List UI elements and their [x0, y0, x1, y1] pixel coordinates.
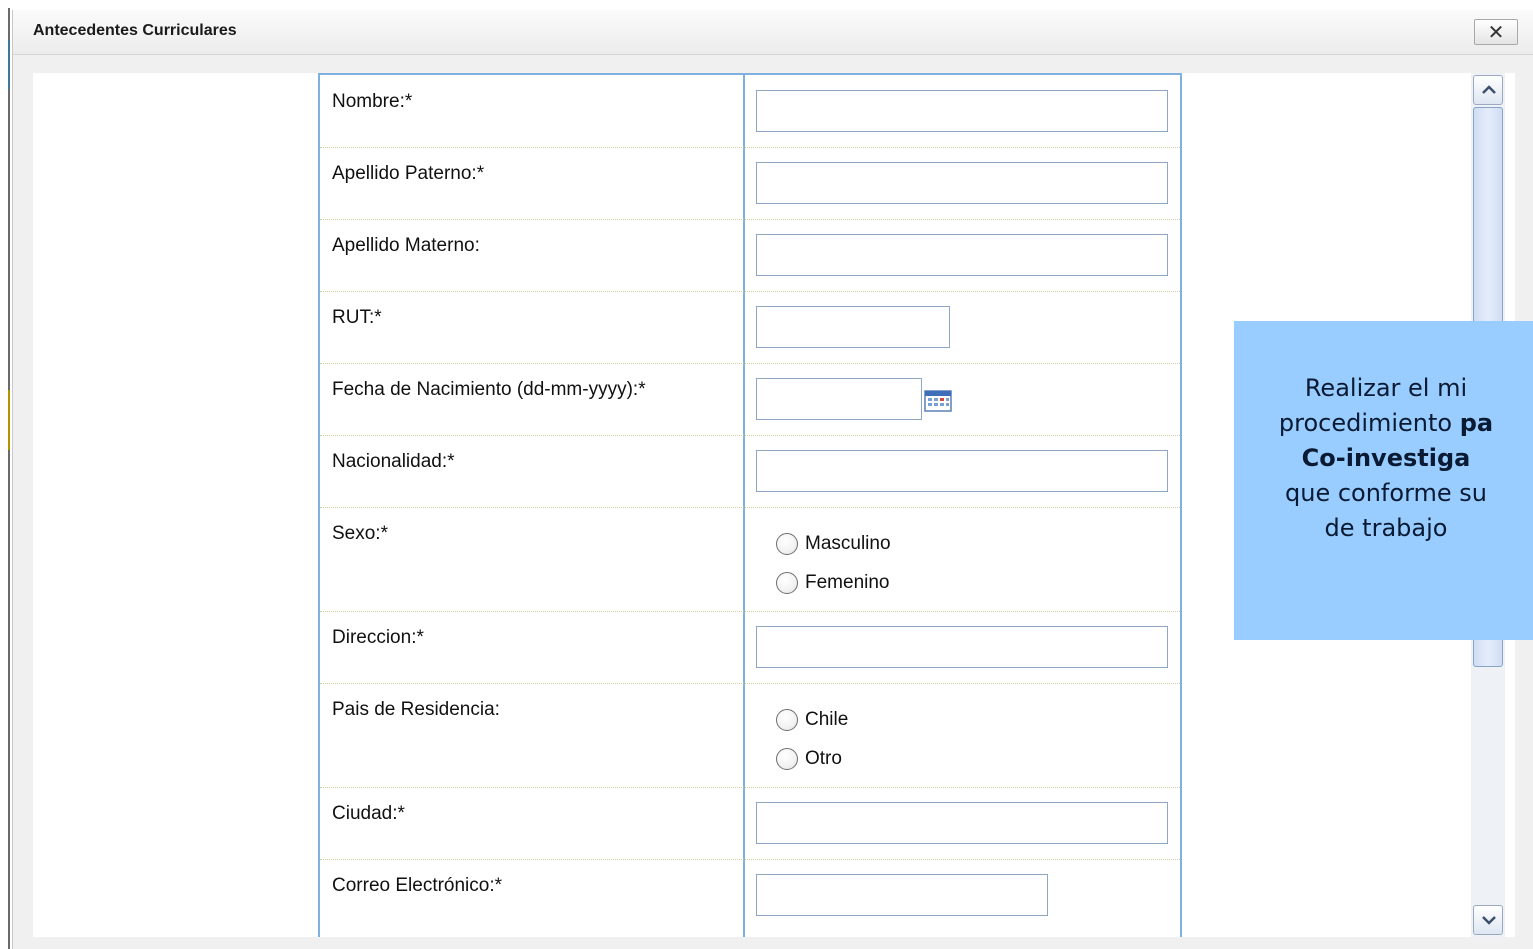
nombre-label: Nombre:* [332, 91, 413, 112]
calendar-icon[interactable] [924, 390, 952, 412]
window-edge-mark [8, 390, 10, 450]
form-row-apellido-paterno: Apellido Paterno:* [320, 147, 1180, 220]
callout-line-part: procedimiento [1278, 409, 1460, 437]
form-row-nombre: Nombre:* [320, 75, 1180, 148]
nombre-input[interactable] [756, 90, 1168, 132]
rut-label: RUT:* [332, 307, 382, 328]
callout-line: procedimiento pa [1234, 406, 1533, 441]
apellido-materno-input[interactable] [756, 234, 1168, 276]
scroll-up-button[interactable] [1473, 75, 1503, 105]
radio-masculino[interactable] [776, 533, 798, 555]
radio-otro[interactable] [776, 748, 798, 770]
curriculum-form: Nombre:* Apellido Paterno:* Apellido Mat… [318, 73, 1182, 937]
radio-chile[interactable] [776, 709, 798, 731]
form-row-sexo: Sexo:* Masculino Femenino [320, 507, 1180, 612]
close-button[interactable]: ✕ [1474, 19, 1518, 45]
callout-line: de trabajo [1324, 514, 1448, 542]
callout-line: Realizar el mi [1304, 374, 1468, 402]
chevron-up-icon [1482, 85, 1496, 94]
close-icon: ✕ [1487, 20, 1505, 44]
form-row-correo: Correo Electrónico:* [320, 859, 1180, 937]
callout-line-bold: Co-investiga [1301, 444, 1471, 472]
radio-label-otro: Otro [805, 748, 842, 769]
correo-input[interactable] [756, 874, 1048, 916]
pais-residencia-label: Pais de Residencia: [332, 699, 500, 720]
callout-text: Realizar el mi procedimiento pa Co-inves… [1234, 371, 1533, 546]
background-window-edge [0, 0, 12, 949]
ciudad-input[interactable] [756, 802, 1168, 844]
window-edge-mark [8, 40, 10, 90]
apellido-materno-label: Apellido Materno: [332, 235, 480, 256]
radio-label-chile: Chile [805, 709, 849, 730]
direccion-label: Direccion:* [332, 627, 424, 648]
chevron-down-icon [1482, 916, 1496, 925]
sexo-label: Sexo:* [332, 523, 388, 544]
apellido-paterno-label: Apellido Paterno:* [332, 163, 485, 184]
nacionalidad-input[interactable] [756, 450, 1168, 492]
scroll-down-button[interactable] [1473, 905, 1503, 935]
form-row-nacionalidad: Nacionalidad:* [320, 435, 1180, 508]
direccion-input[interactable] [756, 626, 1168, 668]
form-row-apellido-materno: Apellido Materno: [320, 219, 1180, 292]
callout-line: Co-investiga [1234, 441, 1533, 476]
fecha-nacimiento-input[interactable] [756, 378, 922, 420]
dialog-title: Antecedentes Curriculares [33, 22, 237, 39]
callout-line-bold: pa [1459, 409, 1494, 437]
radio-label-masculino: Masculino [805, 533, 891, 554]
rut-input[interactable] [756, 306, 950, 348]
form-row-pais-residencia: Pais de Residencia: Chile Otro [320, 683, 1180, 788]
instruction-callout: Realizar el mi procedimiento pa Co-inves… [1234, 321, 1533, 640]
nacionalidad-label: Nacionalidad:* [332, 451, 455, 472]
radio-femenino[interactable] [776, 572, 798, 594]
apellido-paterno-input[interactable] [756, 162, 1168, 204]
form-row-ciudad: Ciudad:* [320, 787, 1180, 860]
dialog-titlebar: Antecedentes Curriculares ✕ [13, 10, 1533, 55]
fecha-nacimiento-label: Fecha de Nacimiento (dd-mm-yyyy):* [332, 379, 646, 400]
form-row-direccion: Direccion:* [320, 611, 1180, 684]
window-edge-line [8, 8, 10, 949]
radio-label-femenino: Femenino [805, 572, 890, 593]
callout-line: que conforme su [1285, 479, 1487, 507]
correo-label: Correo Electrónico:* [332, 875, 503, 896]
form-row-fecha-nacimiento: Fecha de Nacimiento (dd-mm-yyyy):* [320, 363, 1180, 436]
ciudad-label: Ciudad:* [332, 803, 405, 824]
form-row-rut: RUT:* [320, 291, 1180, 364]
